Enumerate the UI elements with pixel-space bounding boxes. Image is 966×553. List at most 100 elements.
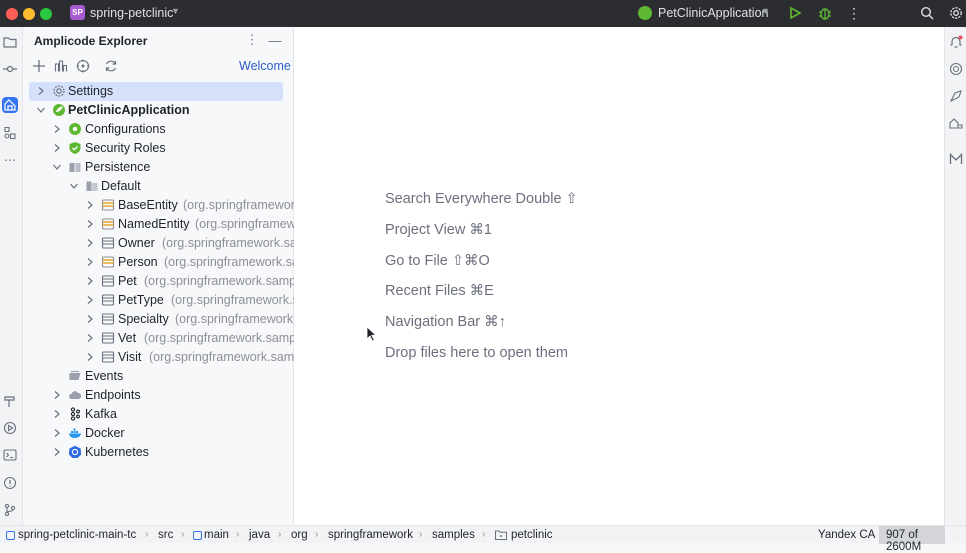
problems-icon[interactable] xyxy=(2,475,18,491)
chevron-right-icon[interactable] xyxy=(85,314,95,324)
tree-item-owner[interactable]: Owner (org.springframework.sa xyxy=(23,234,294,253)
window-close-button[interactable] xyxy=(6,8,18,20)
right-tool-strip xyxy=(944,27,966,525)
chevron-right-icon[interactable] xyxy=(52,390,62,400)
tree-item-label: Person xyxy=(118,255,158,269)
chevron-right-icon[interactable] xyxy=(36,86,46,96)
tree-item-specialty[interactable]: Specialty (org.springframework. xyxy=(23,310,294,329)
tree-item-label: PetType xyxy=(118,293,164,307)
tree-item-persistence[interactable]: Persistence xyxy=(23,158,294,177)
window-maximize-button[interactable] xyxy=(40,8,52,20)
chevron-right-icon[interactable] xyxy=(85,276,95,286)
breadcrumb-petclinic[interactable]: petclinic xyxy=(511,529,553,541)
tree-item-baseentity[interactable]: BaseEntity (org.springframework xyxy=(23,196,294,215)
memory-indicator[interactable]: 907 of 2600M xyxy=(879,526,945,553)
project-folder-icon[interactable] xyxy=(2,34,18,50)
commit-icon[interactable] xyxy=(2,61,18,77)
chevron-right-icon[interactable] xyxy=(85,295,95,305)
tree-item-label: Kubernetes xyxy=(85,445,149,459)
run-icon[interactable] xyxy=(786,4,804,22)
chevron-right-icon[interactable] xyxy=(52,409,62,419)
more-tools-icon[interactable]: ⋯ xyxy=(2,152,18,168)
run-config-chevron-down-icon[interactable]: ▼ xyxy=(761,6,770,16)
tree-item-security-roles[interactable]: Security Roles xyxy=(23,139,294,158)
chevron-right-icon[interactable] xyxy=(85,200,95,210)
chevron-right-icon[interactable] xyxy=(85,238,95,248)
chevron-right-icon[interactable] xyxy=(85,333,95,343)
chevron-right-icon[interactable] xyxy=(52,124,62,134)
mouse-pointer-icon xyxy=(366,326,377,342)
breadcrumb-separator: › xyxy=(419,529,423,540)
tree-item-package: (org.springframework.samp xyxy=(149,350,294,364)
tree-item-vet[interactable]: Vet (org.springframework.sampl xyxy=(23,329,294,348)
refresh-icon[interactable] xyxy=(103,58,119,74)
breadcrumb-src[interactable]: src xyxy=(158,529,173,541)
hint-drop-files: Drop files here to open them xyxy=(385,345,568,361)
chevron-down-icon[interactable] xyxy=(36,105,46,115)
tree-item-namedentity[interactable]: NamedEntity (org.springframew xyxy=(23,215,294,234)
chevron-right-icon[interactable] xyxy=(85,219,95,229)
status-encoding[interactable]: Yandex CA xyxy=(818,529,875,541)
project-chevron-down-icon[interactable]: ▼ xyxy=(171,6,180,16)
breadcrumb-separator: › xyxy=(482,529,486,540)
target-icon[interactable] xyxy=(75,58,91,74)
chevron-down-icon[interactable] xyxy=(69,181,79,191)
panel-minimize-icon[interactable]: — xyxy=(267,32,283,48)
diagram-icon[interactable] xyxy=(53,58,69,74)
markdown-m-icon[interactable] xyxy=(948,151,964,167)
window-minimize-button[interactable] xyxy=(23,8,35,20)
tree-item-petclinicapplication[interactable]: PetClinicApplication xyxy=(23,101,294,120)
chevron-right-icon[interactable] xyxy=(52,447,62,457)
more-actions-icon[interactable]: ⋮ xyxy=(845,4,863,22)
tree-item-settings[interactable]: Settings xyxy=(23,82,294,101)
spring-run-icon xyxy=(638,6,652,20)
tree-item-pet[interactable]: Pet (org.springframework.sampl xyxy=(23,272,294,291)
debug-icon[interactable] xyxy=(816,4,834,22)
tree-item-label: Default xyxy=(101,179,141,193)
tree-item-pettype[interactable]: PetType (org.springframework.s xyxy=(23,291,294,310)
tree-item-configurations[interactable]: Configurations xyxy=(23,120,294,139)
project-badge[interactable]: SP xyxy=(70,5,85,20)
add-icon[interactable] xyxy=(31,58,47,74)
run-configuration[interactable]: PetClinicApplication xyxy=(658,6,768,20)
hint-search-everywhere: Search Everywhere Double ⇧ xyxy=(385,191,578,207)
ai-assistant-icon[interactable] xyxy=(948,61,964,77)
tree-item-default[interactable]: Default xyxy=(23,177,294,196)
project-name[interactable]: spring-petclinic xyxy=(90,6,173,20)
amplicode-icon[interactable] xyxy=(2,97,18,113)
tree-item-package: (org.springframew xyxy=(195,217,294,231)
breadcrumb-springframework[interactable]: springframework xyxy=(328,529,413,541)
tree-item-person[interactable]: Person (org.springframework.sa xyxy=(23,253,294,272)
panel-title: Amplicode Explorer xyxy=(34,34,148,48)
notifications-bell-icon[interactable] xyxy=(948,34,964,50)
settings-gear-icon[interactable] xyxy=(947,4,965,22)
amplicode-designer-icon[interactable] xyxy=(948,115,964,131)
tree-item-events[interactable]: Events xyxy=(23,367,294,386)
tree-item-docker[interactable]: Docker xyxy=(23,424,294,443)
git-branch-icon[interactable] xyxy=(2,502,18,518)
database-plugin-icon[interactable] xyxy=(948,88,964,104)
breadcrumb-project[interactable]: spring-petclinic-main-tc xyxy=(18,529,136,541)
mapped-superclass-icon xyxy=(101,256,115,268)
tree-item-kafka[interactable]: Kafka xyxy=(23,405,294,424)
chevron-right-icon[interactable] xyxy=(52,143,62,153)
breadcrumb-java[interactable]: java xyxy=(249,529,270,541)
build-hammer-icon[interactable] xyxy=(2,393,18,409)
tree-item-endpoints[interactable]: Endpoints xyxy=(23,386,294,405)
structure-icon[interactable] xyxy=(2,125,18,141)
tree-item-label: Persistence xyxy=(85,160,151,174)
tree-item-visit[interactable]: Visit (org.springframework.samp xyxy=(23,348,294,367)
breadcrumb-org[interactable]: org xyxy=(291,529,308,541)
breadcrumb-main[interactable]: main xyxy=(204,529,229,541)
terminal-icon[interactable] xyxy=(2,447,18,463)
search-icon[interactable] xyxy=(918,4,936,22)
tree-item-kubernetes[interactable]: Kubernetes xyxy=(23,443,294,462)
breadcrumb-samples[interactable]: samples xyxy=(432,529,475,541)
panel-options-icon[interactable]: ⋮ xyxy=(244,32,260,48)
welcome-link[interactable]: Welcome xyxy=(239,59,291,73)
services-icon[interactable] xyxy=(2,420,18,436)
chevron-right-icon[interactable] xyxy=(52,428,62,438)
chevron-right-icon[interactable] xyxy=(85,352,95,362)
chevron-down-icon[interactable] xyxy=(52,162,62,172)
chevron-right-icon[interactable] xyxy=(85,257,95,267)
